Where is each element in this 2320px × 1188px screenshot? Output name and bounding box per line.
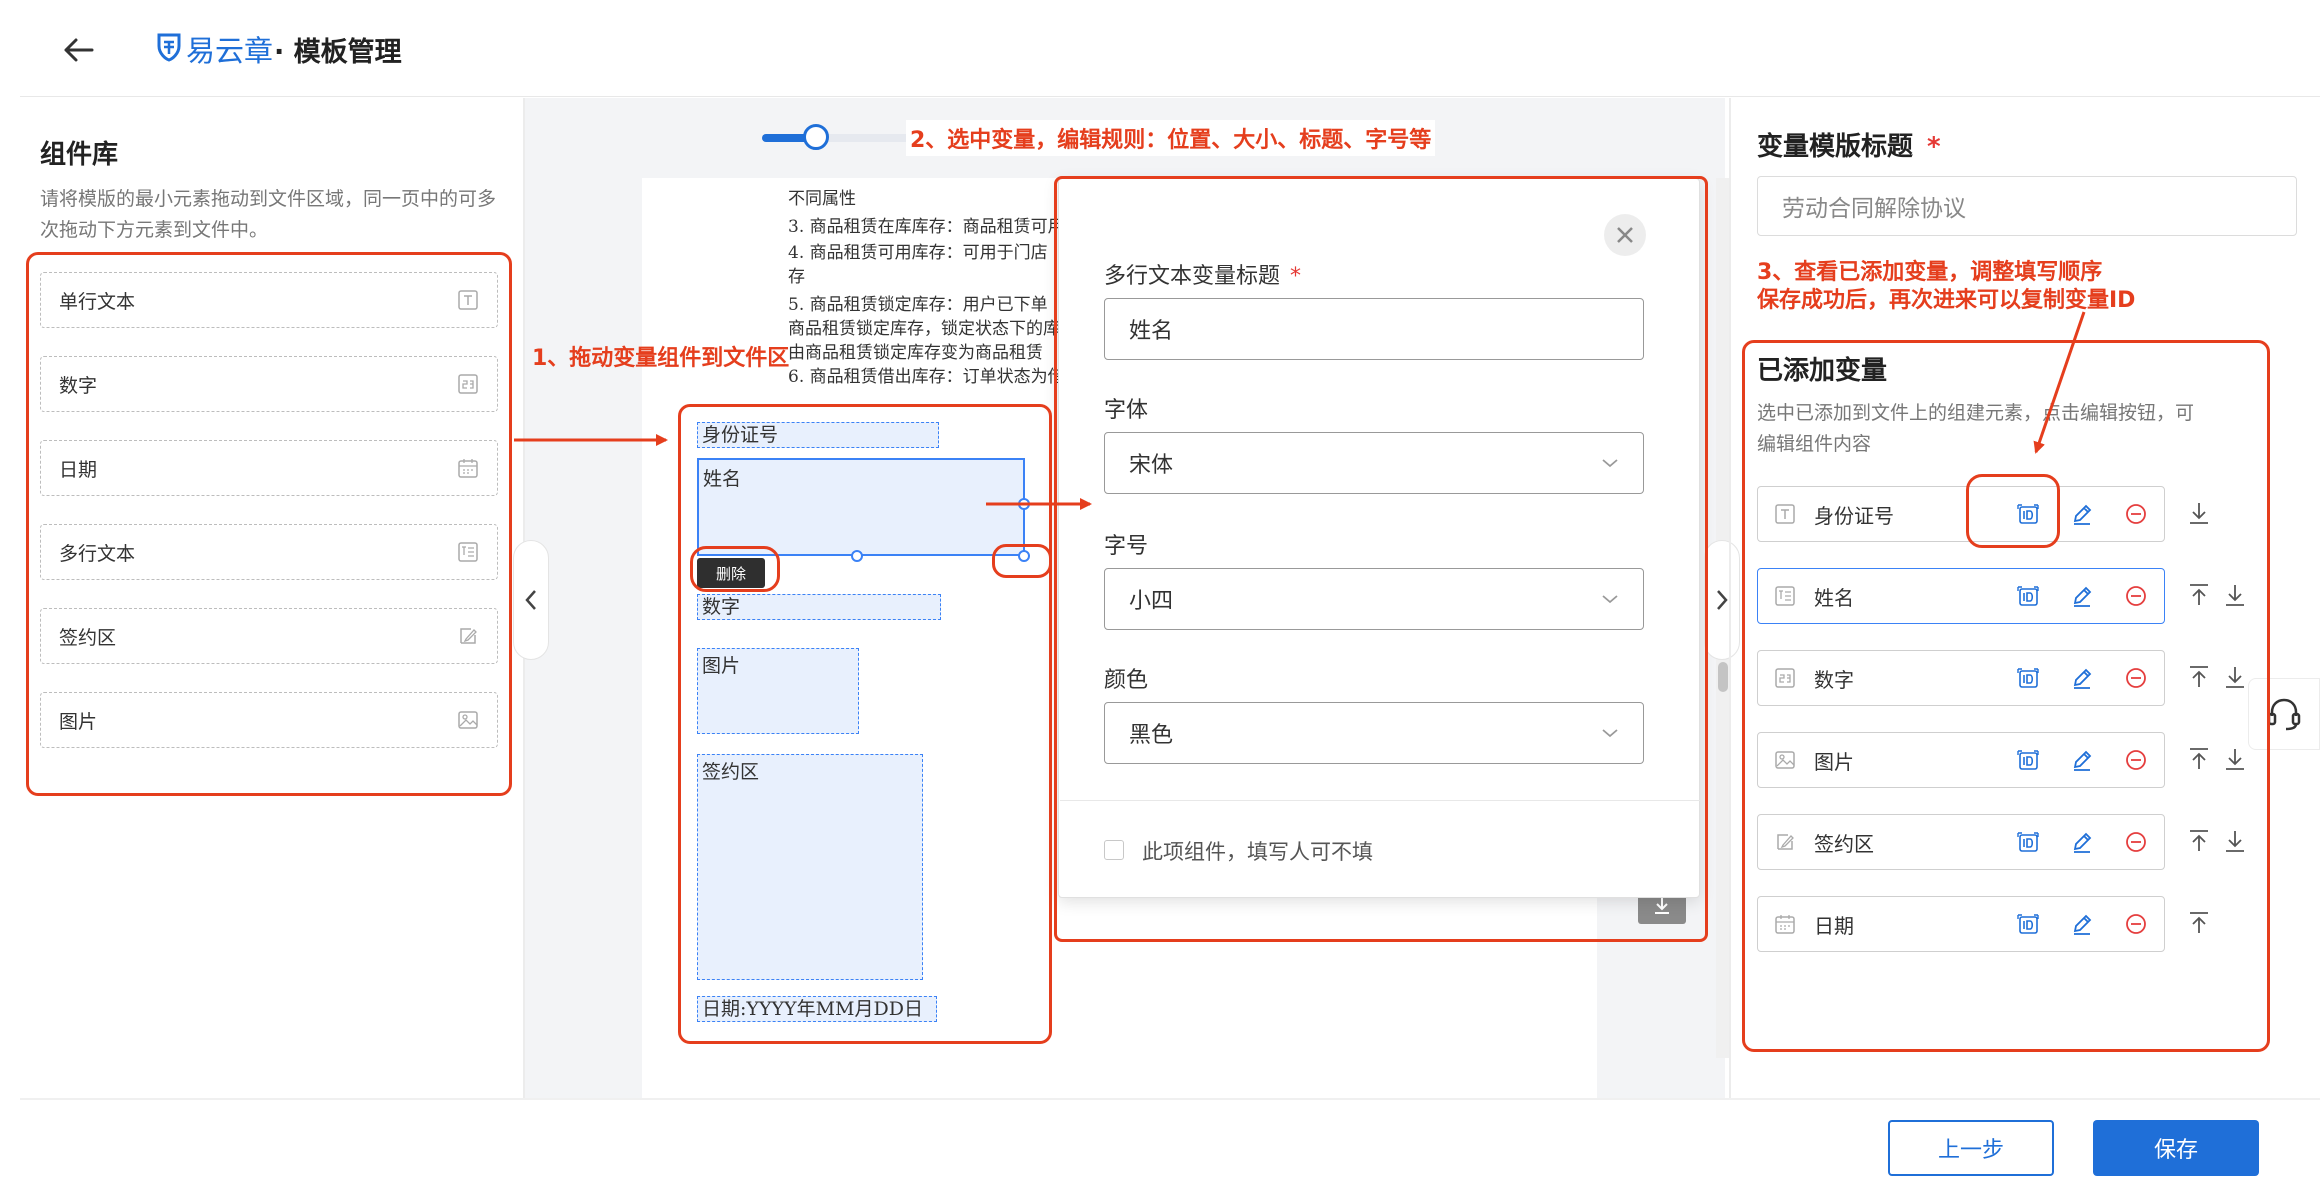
- document-text-line: 商品租赁锁定库存，锁定状态下的库: [788, 319, 1058, 339]
- document-text-line: 4. 商品租赁可用库存：可用于门店: [788, 243, 1048, 263]
- back-arrow-icon[interactable]: [58, 30, 98, 70]
- required-mark: *: [1927, 132, 1941, 162]
- document-text-line: 不同属性: [788, 189, 856, 209]
- header-divider: [20, 96, 2320, 97]
- document-text-line: 由商品租赁锁定库存变为商品租赁: [788, 343, 1043, 363]
- brand-logo-icon: [157, 33, 181, 62]
- annotation-box-copy-id: [1966, 474, 2060, 548]
- footer-divider: [20, 1098, 2320, 1100]
- brand-name: 易云章: [186, 34, 274, 68]
- template-title-value: 劳动合同解除协议: [1782, 196, 1966, 222]
- annotation-step-3-line-2: 保存成功后，再次进来可以复制变量ID: [1757, 288, 2136, 313]
- collapse-right-button[interactable]: [1704, 540, 1740, 660]
- annotation-box-added-variables: [1742, 340, 2270, 1052]
- component-library-title: 组件库: [40, 140, 119, 170]
- template-title-label: 变量模版标题 *: [1757, 126, 1941, 163]
- template-title-input[interactable]: 劳动合同解除协议: [1757, 176, 2297, 236]
- save-button[interactable]: 保存: [2093, 1120, 2259, 1176]
- template-title-label-text: 变量模版标题: [1757, 132, 1914, 162]
- right-panel-divider: [1729, 98, 1731, 1098]
- annotation-step-1: 1、拖动变量组件到文件区: [532, 346, 790, 371]
- document-scrollbar-thumb[interactable]: [1718, 662, 1728, 692]
- chevron-left-icon: [525, 590, 536, 610]
- annotation-box-delete: [690, 546, 780, 592]
- annotation-step-2: 2、选中变量，编辑规则：位置、大小、标题、字号等: [906, 120, 1436, 156]
- document-text-line: 5. 商品租赁锁定库存：用户已下单: [788, 295, 1048, 315]
- headset-icon: [2267, 698, 2301, 731]
- page-title: · 模板管理: [274, 37, 402, 68]
- document-text-line: 3. 商品租赁在库库存：商品租赁可用: [788, 217, 1058, 237]
- annotation-box-document-fields: [678, 404, 1052, 1044]
- previous-step-button[interactable]: 上一步: [1888, 1120, 2054, 1176]
- zoom-slider-thumb[interactable]: [803, 124, 829, 150]
- document-text-line: 6. 商品租赁借出库存：订单状态为借: [788, 367, 1058, 387]
- collapse-left-button[interactable]: [513, 540, 549, 660]
- annotation-box-component-library: [26, 252, 512, 796]
- annotation-box-popup: [1054, 176, 1708, 942]
- document-text-line: 存: [788, 267, 805, 287]
- annotation-box-handle: [992, 544, 1052, 578]
- chevron-right-icon: [1717, 590, 1728, 610]
- component-library-description: 请将模版的最小元素拖动到文件区域，同一页中的可多次拖动下方元素到文件中。: [40, 188, 497, 241]
